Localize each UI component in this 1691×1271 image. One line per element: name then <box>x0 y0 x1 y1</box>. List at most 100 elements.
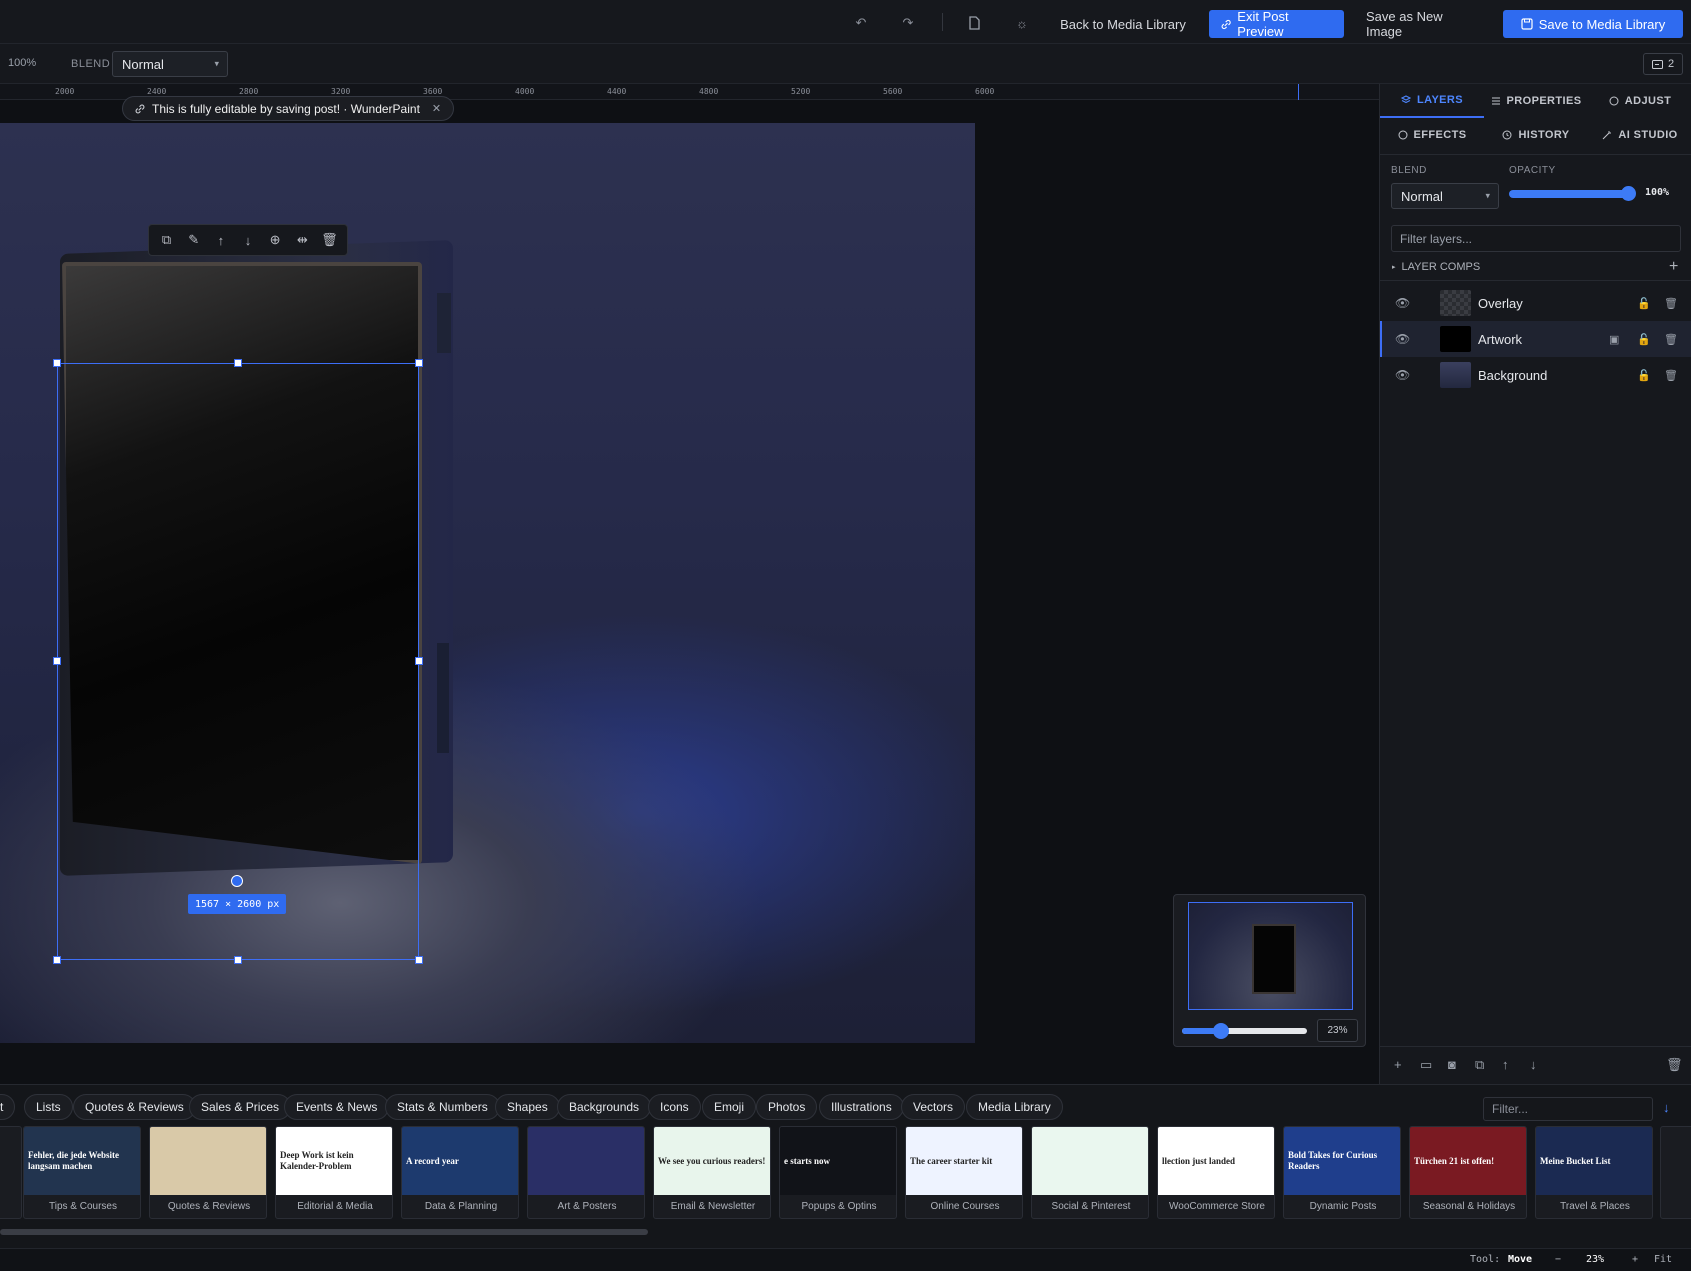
zoom-in-icon[interactable]: ⊕ <box>265 232 285 248</box>
selection-box[interactable] <box>57 363 419 960</box>
asset-card[interactable]: Deep Work ist kein Kalender-Problem Edito… <box>275 1126 393 1219</box>
asset-card-partial[interactable] <box>1660 1126 1691 1219</box>
asset-card[interactable]: The career starter kit Online Courses <box>905 1126 1023 1219</box>
asset-card[interactable]: llection just landed WooCommerce Store <box>1157 1126 1275 1219</box>
trash-icon[interactable]: 🗑 <box>1664 297 1678 310</box>
category-chip[interactable]: Media Library <box>966 1094 1063 1120</box>
arrow-up-icon[interactable]: ↑ <box>211 233 231 248</box>
horizontal-scrollbar[interactable] <box>0 1229 648 1235</box>
asset-card[interactable]: Fehler, die jede Website langsam machen T… <box>23 1126 141 1219</box>
lock-icon[interactable]: 🔓 <box>1637 297 1651 310</box>
asset-card[interactable]: Social & Pinterest <box>1031 1126 1149 1219</box>
save-to-media-library-button[interactable]: Save to Media Library <box>1503 10 1683 38</box>
asset-card[interactable]: e starts now Popups & Optins <box>779 1126 897 1219</box>
asset-card[interactable]: Meine Bucket List Travel & Places <box>1535 1126 1653 1219</box>
resize-handle-bottom-left[interactable] <box>53 956 61 964</box>
zoom-percent-field[interactable]: 23% <box>1317 1019 1358 1042</box>
asset-card[interactable]: Bold Takes for Curious Readers Dynamic Po… <box>1283 1126 1401 1219</box>
zoom-slider-knob[interactable] <box>1213 1023 1229 1039</box>
panels-counter-button[interactable]: 2 <box>1643 53 1683 75</box>
lock-icon[interactable]: 🔓 <box>1637 333 1651 346</box>
zoom-in-button[interactable]: + <box>1632 1254 1638 1265</box>
category-chip[interactable]: Icons <box>648 1094 701 1120</box>
flip-icon[interactable]: ⇹ <box>292 232 312 248</box>
zoom-slider[interactable] <box>1182 1023 1307 1039</box>
layer-row-artwork[interactable]: 👁 Artwork ▣ 🔓 🗑 <box>1380 321 1691 357</box>
filter-layers-input[interactable]: Filter layers... <box>1391 225 1681 252</box>
category-chip[interactable]: Stats & Numbers <box>385 1094 500 1120</box>
visibility-eye-icon[interactable]: 👁 <box>1395 296 1410 310</box>
move-up-icon[interactable]: ↑ <box>1502 1057 1509 1072</box>
asset-card[interactable]: Quotes & Reviews <box>149 1126 267 1219</box>
tab-adjust[interactable]: ADJUST <box>1588 84 1691 118</box>
mask-icon[interactable]: ◙ <box>1448 1057 1456 1072</box>
fit-button[interactable]: Fit <box>1654 1254 1672 1265</box>
trash-icon[interactable]: 🗑 <box>1664 369 1678 382</box>
resize-handle-right[interactable] <box>415 657 423 665</box>
tab-layers[interactable]: LAYERS <box>1380 84 1484 118</box>
back-to-media-library-button[interactable]: Back to Media Library <box>1060 10 1186 38</box>
exit-post-preview-button[interactable]: Exit Post Preview <box>1209 9 1344 39</box>
tab-ai-studio[interactable]: AI STUDIO <box>1588 118 1691 152</box>
resize-handle-top-right[interactable] <box>415 359 423 367</box>
trash-icon[interactable]: 🗑 <box>319 232 339 248</box>
folder-icon[interactable]: ▭ <box>1420 1057 1432 1073</box>
layer-blend-select[interactable]: Normal ▾ <box>1391 183 1499 209</box>
tab-properties[interactable]: PROPERTIES <box>1484 84 1588 118</box>
rotate-handle-icon[interactable] <box>231 875 243 887</box>
asset-card[interactable]: A record year Data & Planning <box>401 1126 519 1219</box>
category-chip[interactable]: Quotes & Reviews <box>73 1094 196 1120</box>
category-chip[interactable]: Photos <box>756 1094 818 1120</box>
move-down-icon[interactable]: ↓ <box>1530 1057 1537 1072</box>
minimap-thumbnail[interactable] <box>1188 902 1353 1010</box>
arrow-down-icon[interactable]: ↓ <box>238 233 258 248</box>
close-icon[interactable]: ✕ <box>432 102 441 115</box>
category-chip[interactable]: Shapes <box>495 1094 560 1120</box>
asset-card[interactable]: We see you curious readers! Email & Newsl… <box>653 1126 771 1219</box>
save-as-new-image-button[interactable]: Save as New Image <box>1366 9 1480 39</box>
layer-row-background[interactable]: 👁 Background 🔓 🗑 <box>1380 357 1691 393</box>
redo-icon[interactable]: ↷ <box>897 12 919 34</box>
tab-effects[interactable]: EFFECTS <box>1380 118 1484 152</box>
smart-object-icon[interactable]: ▣ <box>1609 333 1619 346</box>
download-icon[interactable]: ↓ <box>1663 1100 1670 1115</box>
delete-layer-icon[interactable]: 🗑 <box>1666 1057 1683 1073</box>
opacity-slider[interactable] <box>1509 190 1631 198</box>
resize-handle-left[interactable] <box>53 657 61 665</box>
opacity-slider-knob[interactable] <box>1621 186 1636 201</box>
document-icon[interactable] <box>963 12 985 34</box>
asset-card[interactable]: Türchen 21 ist offen! Seasonal & Holidays <box>1409 1126 1527 1219</box>
layer-row-overlay[interactable]: 👁 Overlay 🔓 🗑 <box>1380 285 1691 321</box>
category-chip[interactable]: Lists <box>24 1094 73 1120</box>
duplicate-icon[interactable]: ⧉ <box>157 232 177 248</box>
category-chip[interactable]: Illustrations <box>819 1094 904 1120</box>
edit-pencil-icon[interactable]: ✎ <box>184 232 204 248</box>
zoom-out-button[interactable]: − <box>1555 1254 1561 1265</box>
visibility-eye-icon[interactable]: 👁 <box>1395 332 1410 346</box>
category-chip[interactable]: Vectors <box>901 1094 966 1120</box>
asset-card[interactable]: Art & Posters <box>527 1126 645 1219</box>
resize-handle-bottom[interactable] <box>234 956 242 964</box>
add-layer-icon[interactable]: + <box>1394 1057 1402 1072</box>
category-chip[interactable]: Events & News <box>284 1094 390 1120</box>
visibility-eye-icon[interactable]: 👁 <box>1395 368 1410 382</box>
undo-icon[interactable]: ↶ <box>850 12 872 34</box>
resize-handle-top-left[interactable] <box>53 359 61 367</box>
asset-card-partial[interactable] <box>0 1126 22 1219</box>
add-layer-comp-icon[interactable]: + <box>1669 258 1678 276</box>
duplicate-icon[interactable]: ⧉ <box>1475 1057 1484 1073</box>
category-chip[interactable]: Sales & Prices <box>189 1094 292 1120</box>
resize-handle-top[interactable] <box>234 359 242 367</box>
layer-comps-toggle[interactable]: ▸ LAYER COMPS <box>1392 261 1480 273</box>
category-chip[interactable]: rt <box>0 1094 16 1120</box>
trash-icon[interactable]: 🗑 <box>1664 333 1678 346</box>
resize-handle-bottom-right[interactable] <box>415 956 423 964</box>
canvas-area[interactable]: 1567 × 2600 px ⧉ ✎ ↑ ↓ ⊕ ⇹ 🗑 23% <box>0 100 1379 1084</box>
asset-filter-input[interactable]: Filter... <box>1483 1097 1653 1121</box>
theme-sun-icon[interactable]: ☼ <box>1011 12 1033 34</box>
tab-history[interactable]: HISTORY <box>1484 118 1588 152</box>
lock-icon[interactable]: 🔓 <box>1637 369 1651 382</box>
blend-mode-select[interactable]: Normal ▾ <box>112 51 228 77</box>
category-chip[interactable]: Emoji <box>702 1094 757 1120</box>
category-chip[interactable]: Backgrounds <box>557 1094 652 1120</box>
